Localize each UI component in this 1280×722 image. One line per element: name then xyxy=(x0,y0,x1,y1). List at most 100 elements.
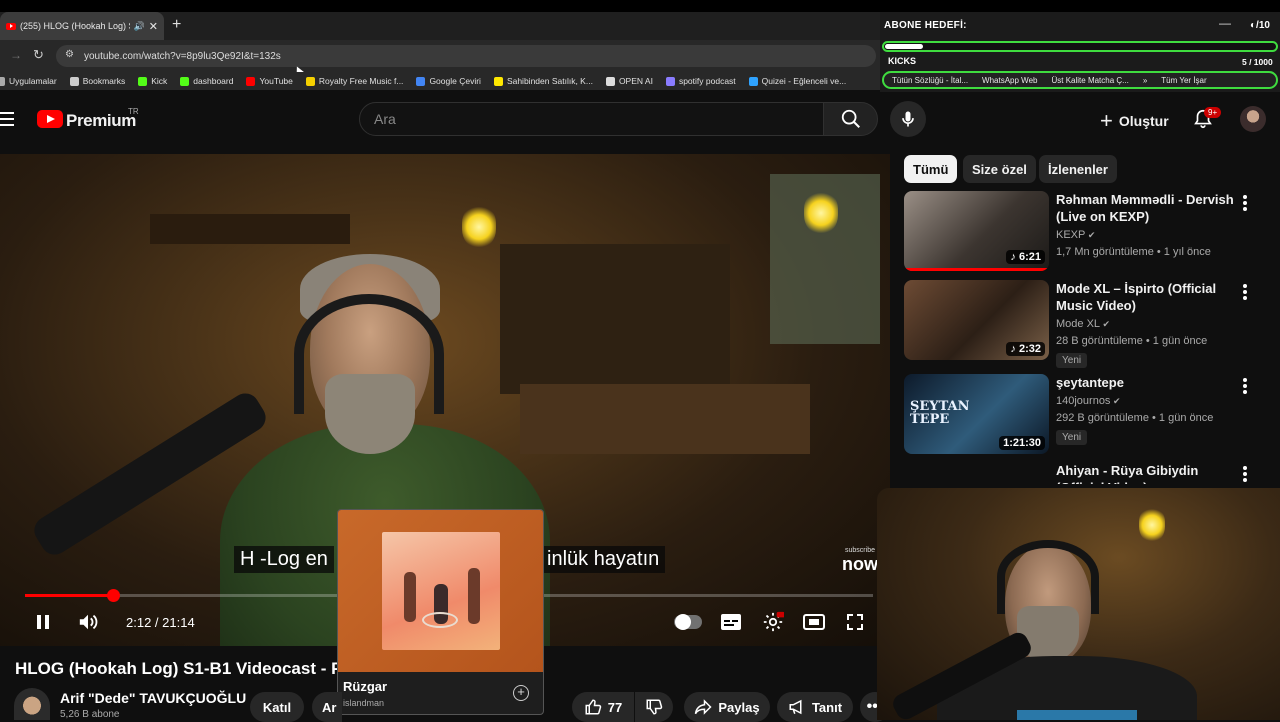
more-options-icon[interactable] xyxy=(1242,466,1248,482)
webcam-lamp-icon xyxy=(1139,508,1165,542)
sahibinden-icon xyxy=(493,76,503,86)
overlay-bookmark-item[interactable]: WhatsApp Web xyxy=(982,76,1037,85)
bookmark-label: Google Çeviri xyxy=(429,76,481,86)
channel-avatar[interactable] xyxy=(14,688,50,720)
logo-premium-text[interactable]: Premium xyxy=(66,111,136,131)
recommendation-thumbnail[interactable]: ŞEYTAN TEPE 1:21:30 xyxy=(904,374,1049,454)
search-button[interactable] xyxy=(823,102,878,136)
pause-button[interactable] xyxy=(34,608,52,636)
recommendation-channel[interactable]: Mode XL ✔ xyxy=(1056,318,1110,330)
youtube-logo-icon[interactable] xyxy=(37,110,63,128)
bookmark-item[interactable]: dashboard xyxy=(180,76,233,86)
more-options-icon[interactable] xyxy=(1242,378,1248,394)
tab-close-icon[interactable]: ✕ xyxy=(149,20,158,33)
music-card-popup[interactable]: Rüzgar islandman + xyxy=(337,509,544,715)
autoplay-toggle[interactable] xyxy=(674,608,702,636)
join-button[interactable]: Katıl xyxy=(250,692,304,722)
plus-icon: + xyxy=(1100,108,1113,133)
recommendation-channel[interactable]: 140journos ✔ xyxy=(1056,395,1120,407)
volume-button[interactable] xyxy=(77,608,99,636)
bookmark-item[interactable]: Quizei - Eğlenceli ve... xyxy=(748,76,846,86)
url-field[interactable]: ⚙ youtube.com/watch?v=8p9lu3Qe92I&t=132s xyxy=(56,45,876,67)
bookmark-item[interactable]: Sahibinden Satılık, K... xyxy=(493,76,593,86)
bookmark-label: Kick xyxy=(151,76,168,86)
youtube-favicon-icon xyxy=(6,22,16,30)
top-black-strip xyxy=(0,0,1280,12)
like-button[interactable]: 77 xyxy=(572,692,634,722)
bookmark-item[interactable]: Bookmarks xyxy=(69,76,126,86)
recommendation-title[interactable]: şeytantepe xyxy=(1056,374,1236,391)
album-art-background xyxy=(338,510,543,672)
bookmark-label: Bookmarks xyxy=(82,76,126,86)
settings-button[interactable] xyxy=(762,608,784,636)
subtitles-button[interactable] xyxy=(720,608,742,636)
channel-subscribers: 5,26 B abone xyxy=(60,709,120,720)
bookmark-item[interactable]: Google Çeviri xyxy=(416,76,481,86)
theater-mode-button[interactable] xyxy=(803,608,825,636)
hookah-shelf xyxy=(150,214,350,244)
search-placeholder: Ara xyxy=(374,111,396,127)
bookmark-label: Uygulamalar xyxy=(9,76,57,86)
site-info-icon[interactable]: ⚙ xyxy=(65,49,74,60)
verified-icon: ✔ xyxy=(1110,396,1121,406)
filter-chip[interactable]: İzlenenler xyxy=(1039,155,1117,183)
fullscreen-button[interactable] xyxy=(846,608,864,636)
seek-handle[interactable] xyxy=(107,589,121,602)
verified-icon: ✔ xyxy=(1100,319,1111,329)
create-button[interactable]: + Oluştur xyxy=(1100,108,1169,134)
lamp-left-icon xyxy=(462,206,496,248)
channel-label: Mode XL xyxy=(1056,318,1101,330)
song-title: Rüzgar xyxy=(343,679,388,694)
filter-chip[interactable]: Tümü xyxy=(904,155,958,183)
menu-icon[interactable] xyxy=(0,112,14,126)
time-display: 2:12 / 21:14 xyxy=(126,615,195,630)
join-label: Katıl xyxy=(262,699,292,715)
theater-icon xyxy=(803,614,825,630)
subscribe-now-watermark: subscribe now xyxy=(842,547,878,575)
recommendation-thumbnail[interactable]: ♪ 6:21 xyxy=(904,191,1049,271)
bookmark-item[interactable]: YouTube xyxy=(246,76,293,86)
more-options-icon[interactable] xyxy=(1242,195,1248,211)
bookmark-label: OPEN AI xyxy=(618,76,653,86)
bookmark-item[interactable]: Uygulamalar xyxy=(0,76,57,86)
overlay-bookmark-item[interactable]: Üst Kalite Matcha Ç... xyxy=(1051,76,1128,85)
recommendation-title[interactable]: Mode XL – İspirto (Official Music Video) xyxy=(1056,280,1236,314)
recommendation-meta: 28 B görüntüleme • 1 gün önce xyxy=(1056,335,1208,347)
recommendation-title[interactable]: Rəhman Məmmədli - Dervish (Live on KEXP) xyxy=(1056,191,1236,225)
overlay-bookmark-item[interactable]: » xyxy=(1143,76,1147,85)
duration-text: 2:32 xyxy=(1018,343,1041,355)
bookmark-item[interactable]: Royalty Free Music f... xyxy=(305,76,403,86)
recommendation-thumbnail[interactable]: ♪ 2:32 xyxy=(904,280,1049,360)
like-count: 77 xyxy=(607,699,623,715)
recommendation-title[interactable]: Ahiyan - Rüya Gibiydin (Official Video) xyxy=(1056,462,1236,484)
openai-icon xyxy=(605,76,615,86)
minimize-icon[interactable]: — xyxy=(1219,16,1231,30)
browser-tab-active[interactable]: (255) HLOG (Hookah Log) S 🔊 ✕ xyxy=(0,12,164,40)
search-input[interactable]: Ara xyxy=(359,102,824,136)
voice-search-button[interactable] xyxy=(890,101,926,137)
subscriber-goal-count: ◐/10 xyxy=(1250,20,1270,31)
watermark-small: subscribe xyxy=(845,547,875,554)
dislike-button[interactable] xyxy=(635,692,673,722)
recommendation-channel[interactable]: KEXP ✔ xyxy=(1056,229,1095,241)
bookmarks-bar: Uygulamalar Bookmarks Kick dashboard YouTube… xyxy=(0,72,880,90)
add-to-playlist-icon[interactable]: + xyxy=(513,685,529,701)
subtitles-icon xyxy=(721,614,741,630)
promote-button[interactable]: Tanıt xyxy=(777,692,853,722)
forward-icon[interactable]: → xyxy=(10,48,22,62)
new-badge: Yeni xyxy=(1056,430,1088,445)
new-tab-button[interactable]: + xyxy=(172,16,181,34)
reload-icon[interactable]: ↻ xyxy=(33,47,44,63)
overlay-bookmark-item[interactable]: Tüm Yer İşar xyxy=(1161,76,1206,85)
overlay-bookmark-item[interactable]: Tütün Sözlüğü - İtal... xyxy=(892,76,968,85)
filter-chip[interactable]: Size özel xyxy=(963,155,1036,183)
more-options-icon[interactable] xyxy=(1242,284,1248,300)
subscribe-button[interactable]: Ar xyxy=(312,692,342,722)
fullscreen-icon xyxy=(847,614,863,630)
bookmark-item[interactable]: spotify podcast xyxy=(665,76,736,86)
bookmark-item[interactable]: Kick xyxy=(138,76,167,86)
bookmark-item[interactable]: OPEN AI xyxy=(605,76,653,86)
channel-name[interactable]: Arif "Dede" TAVUKÇUOĞLU xyxy=(60,690,246,706)
account-avatar[interactable] xyxy=(1240,106,1266,132)
share-button[interactable]: Paylaş xyxy=(684,692,770,722)
